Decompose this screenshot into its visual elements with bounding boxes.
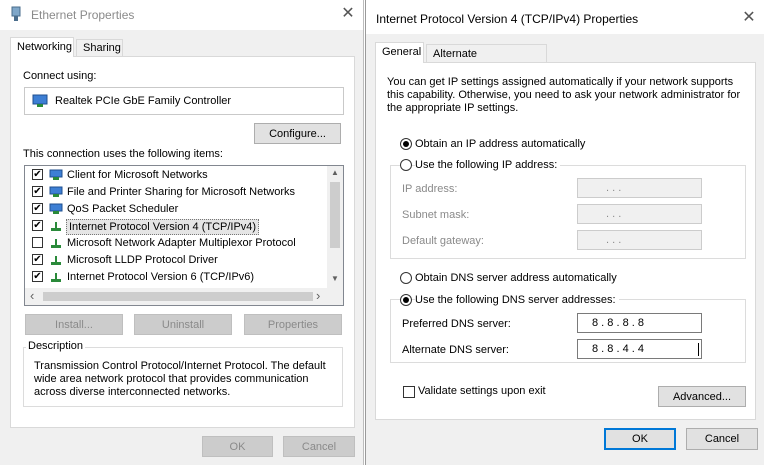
scroll-up-icon[interactable]: ▲ <box>331 168 339 177</box>
ip-intro-text: You can get IP settings assigned automat… <box>387 76 741 114</box>
subnet-mask-label: Subnet mask: <box>402 209 470 221</box>
use-following-dns-radio[interactable] <box>400 294 412 306</box>
obtain-dns-auto-radio[interactable] <box>400 272 412 284</box>
preferred-dns-field[interactable]: 8 . 8 . 8 . 8 <box>577 313 702 333</box>
list-item[interactable]: ✔ QoS Packet Scheduler <box>25 201 327 218</box>
configure-button[interactable]: Configure... <box>254 123 341 144</box>
protocol-icon <box>51 239 61 248</box>
ethernet-titlebar: Ethernet Properties ✕ <box>0 0 363 30</box>
tab-general[interactable]: General <box>375 42 424 63</box>
ip-address-placeholder: . . . <box>606 182 622 194</box>
ipv4-window-title: Internet Protocol Version 4 (TCP/IPv4) P… <box>376 12 639 26</box>
item-checkbox[interactable]: ✔ <box>32 203 43 214</box>
network-adapter-icon <box>32 94 48 107</box>
ethernet-properties-window: Ethernet Properties ✕ Networking Sharing… <box>0 0 364 465</box>
vertical-scrollbar[interactable]: ▲ ▼ <box>327 166 343 288</box>
protocol-icon <box>51 222 61 231</box>
description-text: Transmission Control Protocol/Internet P… <box>34 360 326 398</box>
obtain-dns-auto-label: Obtain DNS server address automatically <box>415 272 617 284</box>
list-item[interactable]: ✔ Internet Protocol Version 6 (TCP/IPv6) <box>25 269 327 286</box>
subnet-mask-placeholder: . . . <box>606 208 622 220</box>
text-cursor <box>698 343 699 356</box>
connect-using-label: Connect using: <box>23 70 97 82</box>
default-gateway-placeholder: . . . <box>606 234 622 246</box>
network-client-icon <box>49 203 63 214</box>
uninstall-button[interactable]: Uninstall <box>134 314 232 335</box>
item-label: Client for Microsoft Networks <box>67 169 208 181</box>
network-client-icon <box>49 186 63 197</box>
scroll-left-icon[interactable]: ‹ <box>30 288 34 303</box>
ipv4-close-icon[interactable]: ✕ <box>739 9 759 27</box>
subnet-mask-field[interactable]: . . . <box>577 204 702 224</box>
general-panel: You can get IP settings assigned automat… <box>375 62 756 420</box>
scroll-right-icon[interactable]: › <box>316 288 320 303</box>
ipv4-properties-window: Internet Protocol Version 4 (TCP/IPv4) P… <box>365 0 764 465</box>
use-following-ip-radio[interactable] <box>400 159 412 171</box>
protocol-icon <box>51 273 61 282</box>
scroll-down-icon[interactable]: ▼ <box>331 274 339 283</box>
list-item[interactable]: Microsoft Network Adapter Multiplexor Pr… <box>25 235 327 252</box>
list-item[interactable]: ✔ File and Printer Sharing for Microsoft… <box>25 184 327 201</box>
install-button[interactable]: Install... <box>25 314 123 335</box>
description-group: Description Transmission Control Protoco… <box>23 340 343 407</box>
list-item[interactable]: ✔ Microsoft LLDP Protocol Driver <box>25 252 327 269</box>
item-label: Internet Protocol Version 6 (TCP/IPv6) <box>67 271 255 283</box>
advanced-button[interactable]: Advanced... <box>658 386 746 407</box>
item-checkbox[interactable]: ✔ <box>32 186 43 197</box>
item-checkbox[interactable]: ✔ <box>32 220 43 231</box>
ipv4-ok-button[interactable]: OK <box>604 428 676 450</box>
alternate-dns-label: Alternate DNS server: <box>402 344 509 356</box>
adapter-name: Realtek PCIe GbE Family Controller <box>55 95 232 107</box>
ethernet-ok-button[interactable]: OK <box>202 436 273 457</box>
networking-panel: Connect using: Realtek PCIe GbE Family C… <box>10 56 355 428</box>
protocol-icon <box>51 256 61 265</box>
use-following-dns-label: Use the following DNS server addresses: <box>415 294 619 306</box>
tab-alternate-configuration[interactable]: Alternate Configuration <box>426 44 547 78</box>
preferred-dns-value: 8 . 8 . 8 . 8 <box>592 317 644 329</box>
ethernet-close-icon[interactable]: ✕ <box>338 5 358 23</box>
item-checkbox[interactable]: ✔ <box>32 271 43 282</box>
default-gateway-field[interactable]: . . . <box>577 230 702 250</box>
horizontal-scrollbar[interactable]: ‹ › <box>25 288 343 305</box>
ethernet-window-icon <box>11 6 21 21</box>
list-item[interactable]: ✔ Client for Microsoft Networks <box>25 167 327 184</box>
scrollbar-thumb[interactable] <box>330 182 340 248</box>
item-label: Internet Protocol Version 4 (TCP/IPv4) <box>66 219 260 235</box>
alternate-dns-value: 8 . 8 . 4 . 4 <box>592 343 644 355</box>
ethernet-window-title: Ethernet Properties <box>31 8 135 22</box>
adapter-box: Realtek PCIe GbE Family Controller <box>24 87 344 115</box>
items-label: This connection uses the following items… <box>23 148 223 160</box>
item-checkbox[interactable] <box>32 237 43 248</box>
item-label: File and Printer Sharing for Microsoft N… <box>67 186 296 198</box>
use-following-ip-label: Use the following IP address: <box>415 159 561 171</box>
tab-networking[interactable]: Networking <box>10 37 74 57</box>
components-list[interactable]: ✔ Client for Microsoft Networks ✔ File a… <box>24 165 344 306</box>
properties-button[interactable]: Properties <box>244 314 342 335</box>
description-title: Description <box>26 340 86 352</box>
item-label: Microsoft Network Adapter Multiplexor Pr… <box>67 237 296 249</box>
ipv4-cancel-button[interactable]: Cancel <box>686 428 758 450</box>
item-label: QoS Packet Scheduler <box>67 203 179 215</box>
alternate-dns-field[interactable]: 8 . 8 . 4 . 4 <box>577 339 702 359</box>
item-label: Microsoft LLDP Protocol Driver <box>67 254 218 266</box>
ipv4-titlebar: Internet Protocol Version 4 (TCP/IPv4) P… <box>366 0 764 34</box>
list-item-selected[interactable]: ✔ Internet Protocol Version 4 (TCP/IPv4) <box>25 218 327 235</box>
ip-address-label: IP address: <box>402 183 458 195</box>
network-client-icon <box>49 169 63 180</box>
obtain-ip-auto-radio[interactable] <box>400 138 412 150</box>
ip-address-field[interactable]: . . . <box>577 178 702 198</box>
validate-settings-label: Validate settings upon exit <box>418 385 546 397</box>
ethernet-cancel-button[interactable]: Cancel <box>283 436 355 457</box>
tab-sharing[interactable]: Sharing <box>76 39 123 57</box>
default-gateway-label: Default gateway: <box>402 235 484 247</box>
item-checkbox[interactable]: ✔ <box>32 169 43 180</box>
validate-settings-checkbox[interactable] <box>403 386 415 398</box>
h-scrollbar-thumb[interactable] <box>43 292 313 301</box>
preferred-dns-label: Preferred DNS server: <box>402 318 511 330</box>
item-checkbox[interactable]: ✔ <box>32 254 43 265</box>
obtain-ip-auto-label: Obtain an IP address automatically <box>415 138 586 150</box>
